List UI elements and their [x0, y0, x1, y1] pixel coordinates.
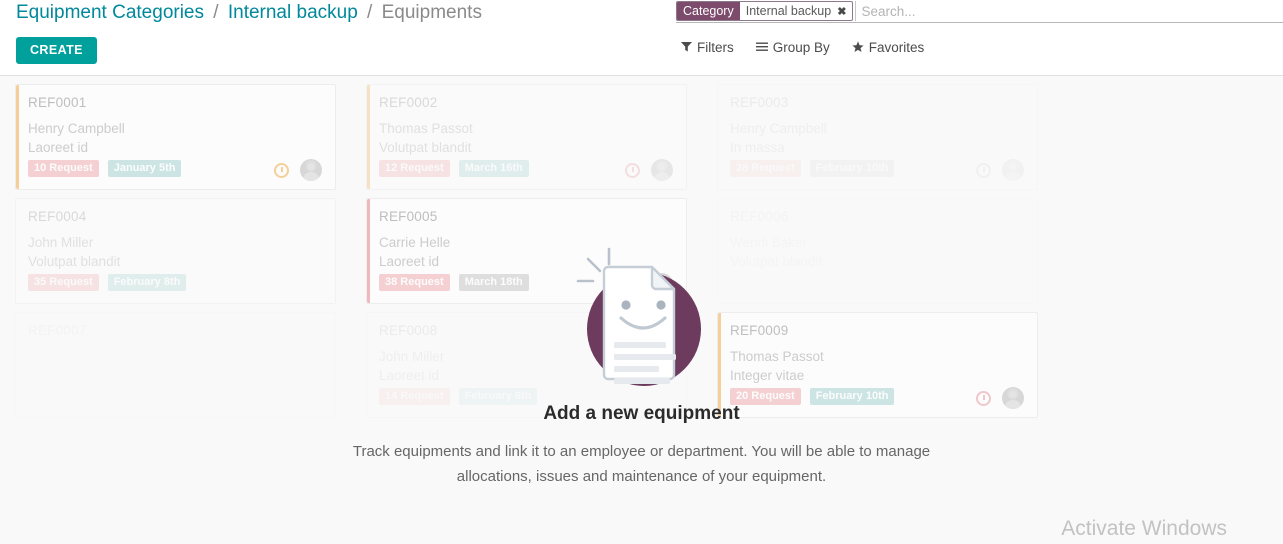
date-badge: March 16th	[458, 160, 529, 177]
kanban-card-person: John Miller	[28, 235, 94, 250]
kanban-card-tags: 35 Request February 8th	[28, 274, 187, 291]
clock-icon[interactable]	[976, 390, 991, 406]
date-badge: February 6th	[458, 388, 538, 405]
date-badge: March 18th	[458, 274, 529, 291]
kanban-card-person: Henry Campbell	[28, 121, 125, 136]
kanban-card-model: Integer vitae	[730, 368, 805, 383]
breadcrumb-separator-1: /	[213, 2, 219, 23]
avatar[interactable]	[651, 159, 673, 181]
kanban-card-tags: 14 Request February 6th	[379, 388, 538, 405]
filters-menu[interactable]: Filters	[681, 40, 734, 55]
request-count-badge: 14 Request	[379, 388, 450, 405]
date-badge: February 8th	[107, 274, 187, 291]
search-facet-value: Internal backup	[739, 2, 836, 20]
search-facet-category[interactable]: Category Internal backup ✖	[676, 1, 854, 21]
kanban-card-reference: REF0009	[730, 323, 789, 338]
kanban-card-reference: REF0006	[730, 209, 789, 224]
kanban-card-grid: REF0001 Henry Campbell Laoreet id 10 Reques…	[0, 77, 1283, 426]
kanban-card-model: In massa	[730, 140, 785, 155]
filters-menu-label: Filters	[697, 40, 734, 55]
favorites-menu[interactable]: Favorites	[852, 40, 925, 55]
favorites-menu-label: Favorites	[868, 40, 925, 55]
kanban-card-meta	[976, 387, 1024, 409]
clock-icon[interactable]	[625, 162, 640, 178]
request-count-badge: 28 Request	[730, 160, 801, 177]
kanban-card-meta	[625, 159, 673, 181]
kanban-card-person: Henry Campbell	[730, 121, 827, 136]
empty-state-description: Track equipments and link it to an emplo…	[352, 443, 931, 485]
kanban-card[interactable]: REF0003 Henry Campbell In massa 28 Request F…	[717, 84, 1038, 190]
equipments-kanban-page: Equipment Categories / Internal backup /…	[0, 0, 1283, 544]
star-icon	[852, 40, 864, 55]
close-icon[interactable]: ✖	[835, 2, 852, 20]
kanban-card[interactable]: REF0004 John Miller Volutpat blandit 35 Req…	[15, 198, 336, 304]
kanban-card-meta	[976, 159, 1024, 181]
kanban-card-meta	[625, 273, 673, 295]
kanban-card-reference: REF0004	[28, 209, 87, 224]
request-count-badge: 20 Request	[730, 388, 801, 405]
avatar[interactable]	[1002, 159, 1024, 181]
kanban-view[interactable]: REF0001 Henry Campbell Laoreet id 10 Reques…	[0, 77, 1283, 544]
create-button[interactable]: CREATE	[16, 37, 97, 64]
avatar[interactable]	[651, 273, 673, 295]
request-count-badge: 12 Request	[379, 160, 450, 177]
date-badge: January 5th	[107, 160, 182, 177]
kanban-card-person: Thomas Passot	[379, 121, 473, 136]
date-badge: February 10th	[809, 160, 895, 177]
kanban-card[interactable]: REF0002 Thomas Passot Volutpat blandit 12 R…	[366, 84, 687, 190]
kanban-card[interactable]: REF0005 Carrie Helle Laoreet id 38 Request M…	[366, 198, 687, 304]
avatar[interactable]	[1002, 387, 1024, 409]
control-panel: Equipment Categories / Internal backup /…	[0, 0, 1283, 76]
search-facet-label: Category	[677, 2, 740, 20]
kanban-card-model: Volutpat blandit	[28, 254, 121, 269]
kanban-card[interactable]: REF0006 Wendi Baker Volutpat blandit	[717, 198, 1038, 304]
kanban-card-reference: REF0007	[28, 323, 87, 338]
clock-icon[interactable]	[976, 162, 991, 178]
date-badge: February 10th	[809, 388, 895, 405]
kanban-card-model: Volutpat blandit	[730, 254, 823, 269]
kanban-card-person: Thomas Passot	[730, 349, 824, 364]
breadcrumb: Equipment Categories / Internal backup /…	[16, 2, 482, 24]
clock-icon[interactable]	[625, 276, 640, 292]
kanban-card-reference: REF0003	[730, 95, 789, 110]
group-by-menu-label: Group By	[772, 40, 830, 55]
kanban-card-reference: REF0008	[379, 323, 438, 338]
hamburger-icon	[755, 41, 768, 54]
kanban-card[interactable]: REF0008 John Miller Laoreet id 14 Request Fe…	[366, 312, 687, 418]
group-by-menu[interactable]: Group By	[755, 40, 830, 55]
kanban-card-meta	[274, 159, 322, 181]
kanban-card-model: Laoreet id	[28, 140, 89, 155]
search-input[interactable]	[855, 1, 1283, 21]
avatar[interactable]	[300, 159, 322, 181]
kanban-card-tags: 20 Request February 10th	[730, 388, 895, 405]
request-count-badge: 10 Request	[28, 160, 99, 177]
kanban-card-person: John Miller	[379, 349, 445, 364]
search-bar[interactable]: Category Internal backup ✖	[676, 0, 1283, 23]
kanban-card[interactable]: REF0007	[15, 312, 336, 418]
kanban-card[interactable]: REF0001 Henry Campbell Laoreet id 10 Reques…	[15, 84, 336, 190]
kanban-card-model: Volutpat blandit	[379, 140, 472, 155]
kanban-card[interactable]: REF0009 Thomas Passot Integer vitae 20 Requ…	[717, 312, 1038, 418]
search-dropdown-menus: Filters Group By Favorites	[681, 40, 924, 55]
kanban-card-tags: 28 Request February 10th	[730, 160, 895, 177]
filter-funnel-icon	[681, 41, 692, 54]
kanban-card-reference: REF0002	[379, 95, 438, 110]
kanban-card-tags: 12 Request March 16th	[379, 160, 529, 177]
breadcrumb-item-equipments: Equipments	[381, 2, 482, 23]
breadcrumb-item-internal-backup[interactable]: Internal backup	[228, 2, 358, 23]
request-count-badge: 35 Request	[28, 274, 99, 291]
kanban-card-person: Carrie Helle	[379, 235, 451, 250]
kanban-card-tags: 10 Request January 5th	[28, 160, 182, 177]
request-count-badge: 38 Request	[379, 274, 450, 291]
kanban-card-model: Laoreet id	[379, 254, 440, 269]
kanban-card-person: Wendi Baker	[730, 235, 808, 250]
clock-icon[interactable]	[274, 162, 289, 178]
kanban-card-tags: 38 Request March 18th	[379, 274, 529, 291]
kanban-card-reference: REF0001	[28, 95, 87, 110]
kanban-card-reference: REF0005	[379, 209, 438, 224]
kanban-card-model: Laoreet id	[379, 368, 440, 383]
breadcrumb-item-equipment-categories[interactable]: Equipment Categories	[16, 2, 204, 23]
breadcrumb-separator-2: /	[367, 2, 373, 23]
